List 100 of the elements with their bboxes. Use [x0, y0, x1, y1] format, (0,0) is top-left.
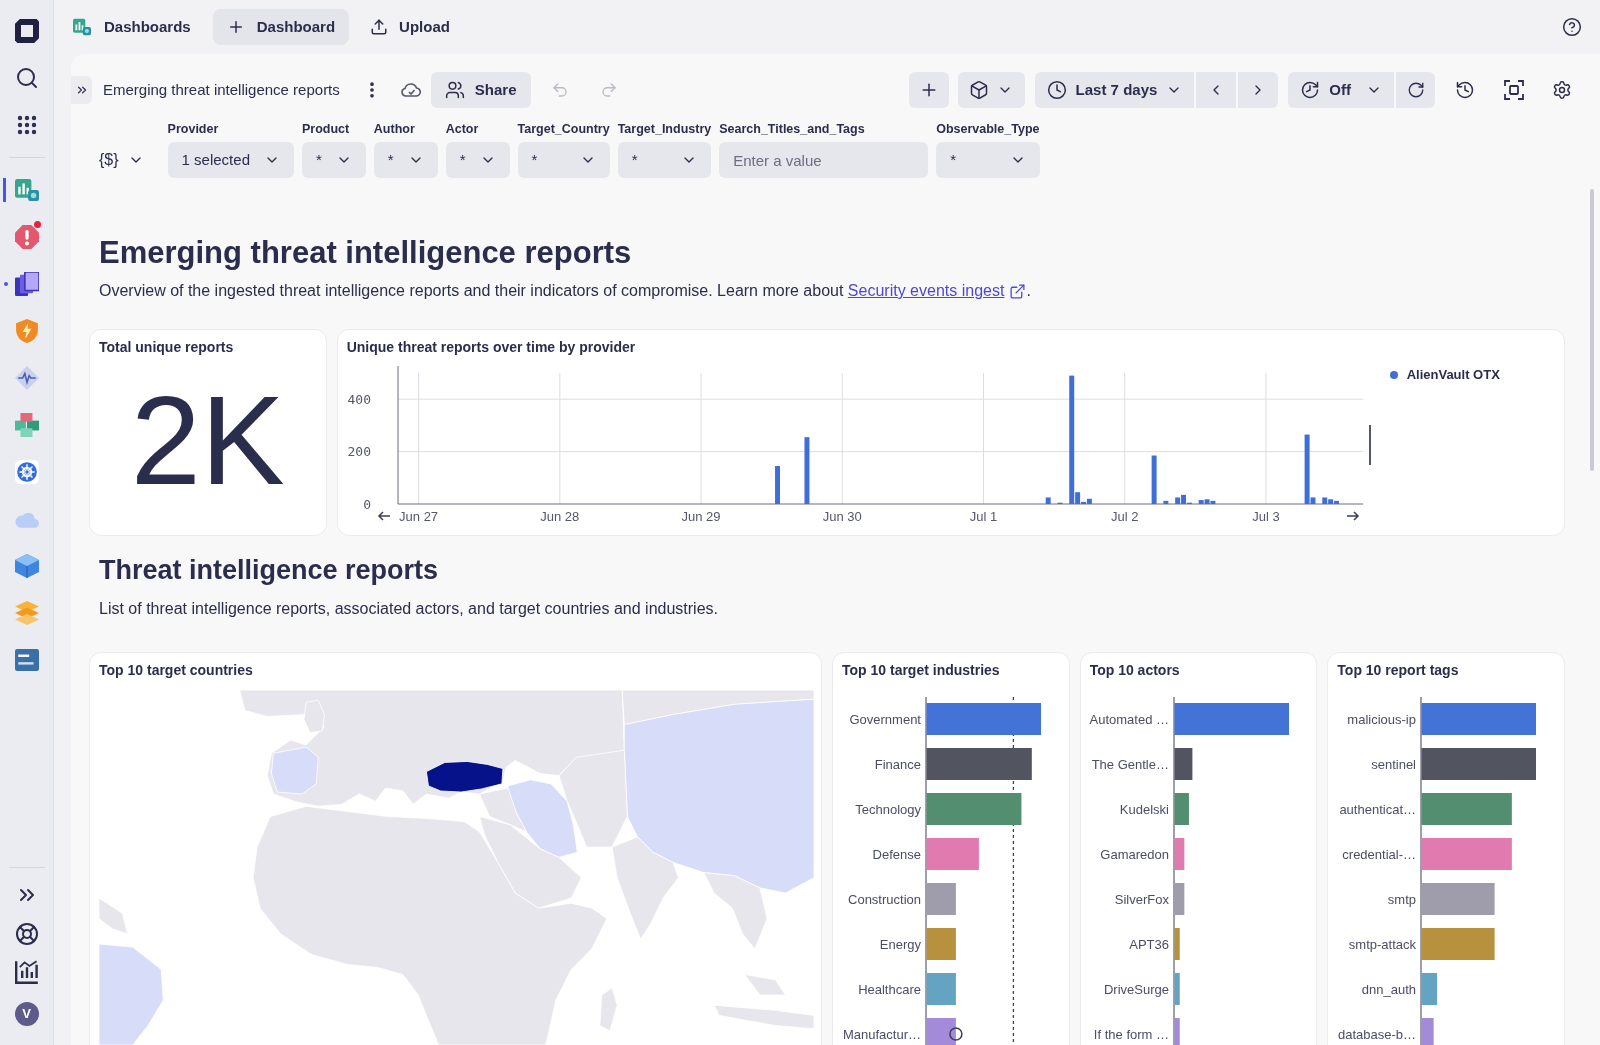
card-title: Top 10 report tags — [1336, 661, 1460, 679]
help-lifebuoy-icon[interactable] — [14, 922, 39, 946]
chart-tiles-icon — [73, 18, 91, 36]
clock-icon — [1046, 80, 1067, 100]
axis-tick-label: 0 — [362, 496, 371, 512]
chart-bar — [804, 437, 810, 504]
square-frame-logo-icon[interactable] — [14, 19, 39, 43]
auto-refresh-dropdown[interactable]: Off — [1288, 72, 1394, 108]
category-label: credential-… — [1342, 846, 1417, 862]
chart-bar — [1045, 497, 1051, 504]
filter-label: Search_Titles_and_Tags — [719, 121, 866, 137]
category-label: Construction — [848, 891, 921, 907]
clock-arrow-icon — [1300, 80, 1321, 100]
bar-chart-icon[interactable] — [14, 960, 39, 984]
docs-link[interactable]: Security events ingest — [847, 281, 1027, 301]
redo-icon — [599, 81, 618, 99]
category-label: Kudelski — [1119, 801, 1169, 817]
category-label: DriveSurge — [1103, 981, 1169, 997]
filter-dropdown[interactable]: * — [302, 142, 366, 178]
chart-bar — [1151, 455, 1157, 504]
legend-label: AlienVault OTX — [1406, 367, 1500, 383]
layers-icon — [14, 601, 39, 625]
settings-icon — [1552, 80, 1572, 100]
filter-label: Product — [302, 121, 351, 137]
cube-cluster-icon — [14, 413, 39, 437]
section-description: List of threat intelligence reports, associated actors, and target countries and industries. — [98, 599, 719, 619]
filter-label: Actor — [445, 121, 480, 137]
category-label: malicious-ip — [1347, 711, 1417, 727]
user-avatar-button[interactable]: V — [14, 1002, 39, 1026]
app-home-link[interactable]: Dashboards — [73, 15, 191, 39]
filter-dropdown[interactable]: * — [445, 142, 510, 178]
category-label: database-b… — [1338, 1026, 1417, 1042]
filter-dropdown[interactable]: * — [936, 142, 1040, 178]
chart-bar — [774, 466, 780, 504]
legend-scrollbar[interactable] — [1368, 425, 1371, 465]
category-label: smtp-attack — [1349, 936, 1417, 952]
upload-button[interactable]: Upload — [356, 9, 464, 45]
axis-tick-label: 400 — [347, 391, 371, 407]
category-label: The Gentle… — [1091, 756, 1169, 772]
undo-icon — [550, 81, 569, 99]
chart-bar — [1174, 838, 1184, 870]
category-label: APT36 — [1128, 936, 1169, 952]
category-label: SilverFox — [1114, 891, 1169, 907]
users-icon — [444, 80, 465, 100]
axis-tick-label: Jun 29 — [681, 508, 721, 524]
add-tile-button[interactable] — [908, 72, 949, 108]
segment-menu-button[interactable] — [957, 72, 1025, 108]
filter-dropdown[interactable]: * — [373, 142, 438, 178]
category-label: dnn_auth — [1362, 981, 1417, 997]
variables-button[interactable]: {$} — [99, 142, 144, 178]
help-icon[interactable] — [1562, 17, 1582, 37]
arrow-right-icon[interactable] — [1345, 511, 1359, 521]
chart-tiles-icon — [14, 178, 39, 202]
history-icon — [1455, 80, 1475, 100]
cube-icon — [14, 554, 39, 578]
category-label: Technology — [855, 801, 921, 817]
refresh-icon — [1406, 81, 1425, 99]
category-label: Healthcare — [858, 981, 921, 997]
filter-label: Provider — [167, 121, 220, 137]
card-title: Unique threat reports over time by provider — [345, 338, 637, 356]
category-label: If the form … — [1093, 1026, 1169, 1042]
fullscreen-icon — [1504, 80, 1524, 100]
category-label: Government — [849, 711, 921, 727]
filter-label: Observable_Type — [936, 121, 1040, 137]
cube-icon — [969, 80, 990, 100]
chart-bar — [1163, 500, 1169, 504]
category-label: Finance — [874, 756, 921, 772]
filter-label: Author — [373, 121, 416, 137]
helm-wheel-icon — [14, 460, 39, 484]
filter-dropdown[interactable]: * — [617, 142, 712, 178]
axis-tick-label: Jun 30 — [822, 508, 862, 524]
search-icon[interactable] — [14, 66, 39, 90]
new-dashboard-button[interactable]: Dashboard — [212, 9, 350, 45]
external-link-icon — [1009, 282, 1027, 300]
axis-tick-label: Jul 1 — [969, 508, 997, 524]
axis-tick-label: Jun 28 — [539, 508, 579, 524]
axis-tick-label: Jul 3 — [1251, 508, 1280, 524]
scrollbar[interactable] — [1590, 189, 1594, 471]
refresh-button[interactable] — [1396, 72, 1435, 108]
text-field[interactable]: Enter a value — [719, 142, 929, 178]
dashboard-title: Emerging threat intelligence reports — [103, 79, 340, 100]
share-button[interactable]: Share — [430, 72, 531, 108]
cloud-check-icon[interactable] — [399, 81, 422, 99]
filter-dropdown[interactable]: * — [517, 142, 610, 178]
category-label: Gamaredon — [1100, 846, 1169, 862]
storage-box-icon — [14, 648, 39, 672]
category-label: authenticat… — [1339, 801, 1417, 817]
arrow-left-icon[interactable] — [377, 511, 391, 521]
expand-panel-button[interactable] — [71, 76, 92, 104]
chart-bar — [1174, 973, 1180, 1005]
category-label: Energy — [879, 936, 921, 952]
category-label: Manufactur… — [842, 1026, 921, 1042]
chart-bar — [1174, 928, 1180, 960]
timeframe-dropdown[interactable]: Last 7 days — [1034, 72, 1195, 108]
filter-label: Target_Country — [517, 121, 610, 137]
chart-bar — [1174, 1018, 1180, 1045]
filter-dropdown[interactable]: 1 selected — [167, 142, 294, 178]
category-label: smtp — [1388, 891, 1417, 907]
category-label: Defense — [872, 846, 921, 862]
axis-tick-label: 200 — [347, 444, 371, 460]
